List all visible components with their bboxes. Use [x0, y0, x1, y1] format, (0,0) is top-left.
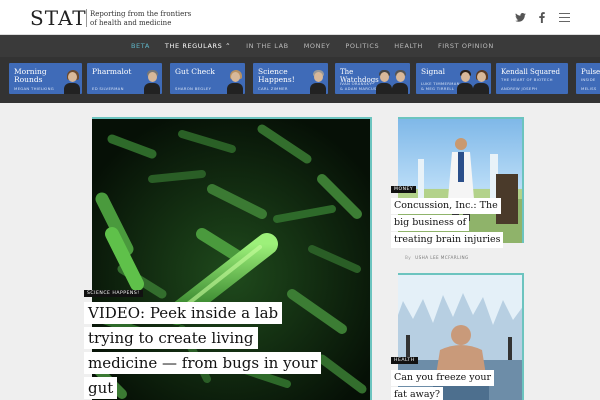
logo-divider	[86, 9, 87, 27]
author-portrait	[376, 67, 392, 94]
story-headline-line[interactable]: big business of	[391, 215, 470, 231]
nav-item-money[interactable]: MONEY	[304, 42, 331, 50]
nav-item-in-the-lab[interactable]: IN THE LAB	[246, 42, 289, 50]
page: STAT Reporting from the frontiers of hea…	[0, 0, 600, 400]
author-portrait	[144, 67, 160, 94]
column-title: Pulse	[581, 68, 600, 76]
hero-headline-line[interactable]: gut	[84, 377, 118, 399]
column-card-morning-rounds[interactable]: Morning Rounds MEGAN THIELKING	[9, 63, 82, 94]
column-author: ED SILVERMAN	[92, 86, 124, 91]
nav-item-first-opinion[interactable]: FIRST OPINION	[438, 42, 494, 50]
column-author: CARL ZIMMER	[258, 86, 288, 91]
column-author: SHARON BEGLEY	[175, 86, 212, 91]
column-title: Signal	[421, 67, 446, 76]
story-category-tag[interactable]: MONEY	[391, 186, 417, 193]
author-portrait	[64, 67, 80, 94]
author-portrait	[457, 67, 473, 94]
story-headline-line[interactable]: treating brain injuries	[391, 232, 504, 248]
menu-icon[interactable]	[558, 11, 570, 23]
column-card-pharmalot[interactable]: Pharmalot ED SILVERMAN	[87, 63, 162, 94]
column-subtitle: THE HEART OF BIOTECH	[501, 77, 553, 82]
tagline-line-1: Reporting from the frontiers	[90, 10, 192, 18]
column-card-pulse[interactable]: Pulse INSIDE MELISS	[576, 63, 600, 94]
site-tagline: Reporting from the frontiers of health a…	[90, 10, 200, 28]
nav-item-health[interactable]: HEALTH	[394, 42, 423, 50]
column-title: Morning Rounds	[14, 67, 47, 84]
twitter-icon[interactable]	[514, 11, 526, 23]
column-subtitle: INSIDE	[581, 77, 596, 82]
stat-logo[interactable]: STAT	[30, 6, 87, 30]
hero-headline-line[interactable]: medicine — from bugs in your	[84, 352, 322, 374]
column-title: Kendall Squared	[501, 68, 560, 76]
hero-category-tag[interactable]: SCIENCE HAPPENS!	[84, 290, 143, 297]
story-headline-line[interactable]: Can you freeze your	[391, 370, 494, 386]
site-header: STAT Reporting from the frontiers of hea…	[0, 0, 600, 35]
nav-item-politics[interactable]: POLITICS	[345, 42, 379, 50]
column-author: MEGAN THIELKING	[14, 86, 54, 91]
column-card-signal[interactable]: Signal LUKE TIMMERMAN & MEG TIRRELL	[416, 63, 491, 94]
column-author: ANDREW JOSEPH	[501, 86, 538, 91]
author-portrait	[310, 67, 326, 94]
main-nav: BETA THE REGULARS ⌃ IN THE LAB MONEY POL…	[0, 35, 600, 57]
column-author: MELISS	[581, 86, 597, 91]
header-icons	[514, 11, 570, 23]
column-title: Gut Check	[175, 67, 215, 76]
author-portrait	[473, 67, 489, 94]
author-portrait	[227, 67, 243, 94]
byline-by: By	[405, 255, 412, 260]
column-card-kendall-squared[interactable]: Kendall Squared THE HEART OF BIOTECH AND…	[496, 63, 568, 94]
column-author: IVAN ORANSKY & ADAM MARCUS	[340, 81, 377, 91]
facebook-icon[interactable]	[536, 11, 548, 23]
nav-item-the-regulars[interactable]: THE REGULARS ⌃	[165, 42, 231, 50]
story-headline-line[interactable]: Concussion, Inc.: The	[391, 198, 501, 214]
story-byline: By USHA LEE MCFARLING	[405, 255, 469, 260]
story-category-tag[interactable]: HEALTH	[391, 357, 418, 364]
column-card-gut-check[interactable]: Gut Check SHARON BEGLEY	[170, 63, 245, 94]
column-card-the-watchdogs[interactable]: The Watchdogs IVAN ORANSKY & ADAM MARCUS	[335, 63, 410, 94]
nav-items: BETA THE REGULARS ⌃ IN THE LAB MONEY POL…	[131, 42, 494, 50]
author-portrait	[392, 67, 408, 94]
hero-headline-line[interactable]: trying to create living	[84, 327, 258, 349]
column-author: LUKE TIMMERMAN & MEG TIRRELL	[421, 81, 460, 91]
column-card-science-happens[interactable]: Science Happens! CARL ZIMMER	[253, 63, 328, 94]
columns-ribbon: Morning Rounds MEGAN THIELKING Pharmalot…	[0, 57, 600, 103]
column-title: Pharmalot	[92, 67, 132, 76]
nav-item-beta[interactable]: BETA	[131, 42, 150, 50]
story-headline-line[interactable]: fat away?	[391, 387, 443, 400]
column-title: Science Happens!	[258, 67, 295, 84]
hero-headline-line[interactable]: VIDEO: Peek inside a lab	[84, 302, 283, 324]
tagline-line-2: of health and medicine	[90, 19, 172, 27]
byline-author[interactable]: USHA LEE MCFARLING	[415, 255, 469, 260]
